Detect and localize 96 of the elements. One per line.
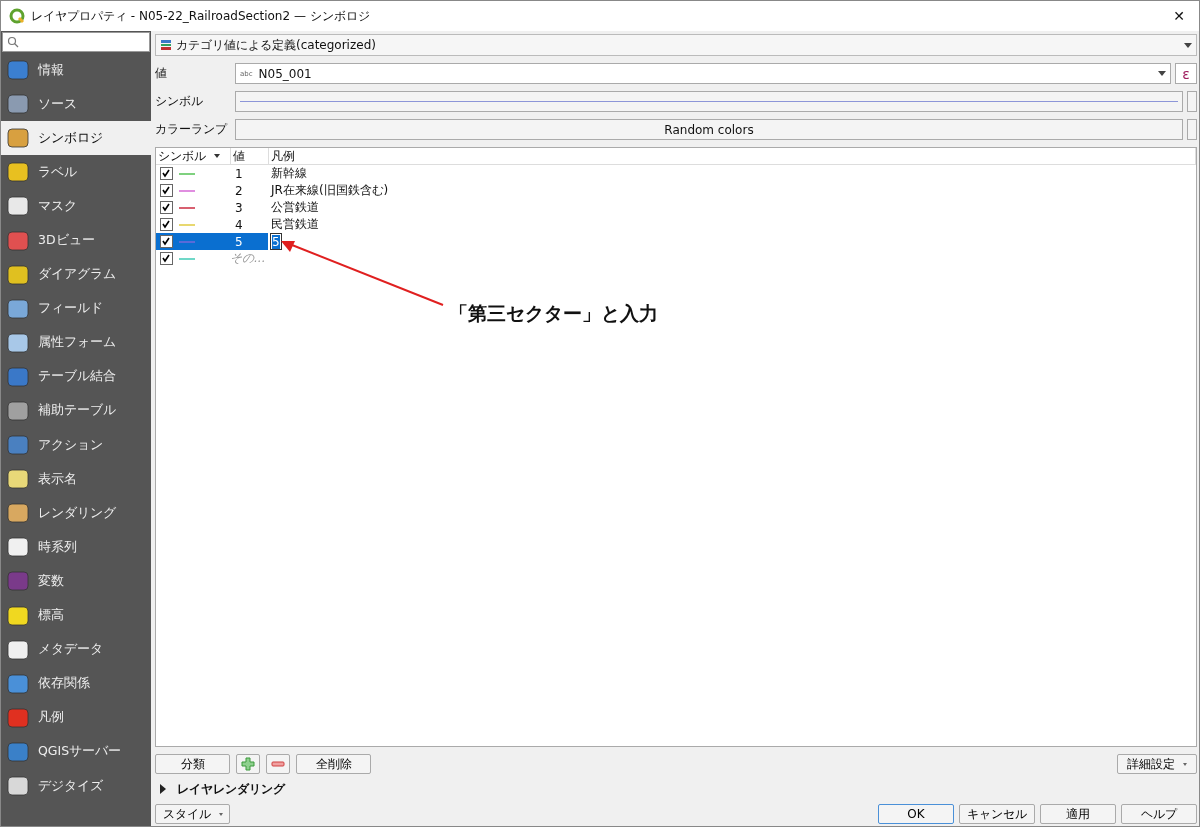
table-cell: その...	[230, 250, 266, 267]
renderer-dropdown[interactable]: カテゴリ値による定義(categorized)	[155, 34, 1197, 56]
column-header[interactable]: 値	[231, 148, 269, 164]
field-label: シンボル	[155, 93, 204, 110]
sidebar-item[interactable]: 変数	[1, 564, 151, 599]
caret-icon	[1184, 42, 1192, 48]
table-cell: 5	[235, 234, 243, 249]
column-header[interactable]: 凡例	[269, 148, 1196, 164]
close-button[interactable]: ✕	[1167, 8, 1191, 24]
tile-icon	[6, 603, 30, 628]
tile-icon	[6, 467, 30, 492]
tile-icon	[6, 433, 30, 458]
sidebar-item[interactable]: 時系列	[1, 530, 151, 565]
checkbox[interactable]	[160, 184, 173, 197]
checkbox[interactable]	[160, 235, 173, 248]
sidebar-item[interactable]: レンダリング	[1, 496, 151, 531]
field-label: 値	[155, 65, 168, 82]
table-cell: 1	[235, 166, 243, 181]
tile-icon	[6, 228, 30, 253]
app-logo-icon	[9, 8, 25, 24]
tile-icon	[6, 569, 30, 594]
checkbox[interactable]	[160, 167, 173, 180]
color-ramp-button[interactable]: Random colors	[235, 119, 1183, 140]
sidebar-item[interactable]: テーブル結合	[1, 359, 151, 394]
sidebar-item[interactable]: 属性フォーム	[1, 325, 151, 360]
tile-icon	[6, 330, 30, 355]
dialog-button[interactable]: キャンセル	[959, 804, 1035, 824]
caret-icon	[1158, 71, 1166, 76]
legend-input-field[interactable]: 5	[270, 233, 282, 250]
table-cell: 3	[235, 200, 243, 215]
caret-icon	[1183, 762, 1187, 766]
sidebar-item[interactable]: アクション	[1, 428, 151, 463]
sidebar-item[interactable]: 表示名	[1, 462, 151, 497]
sidebar-item[interactable]: マスク	[1, 189, 151, 224]
classify-button[interactable]: 分類	[155, 754, 230, 774]
layer-rendering-toggle[interactable]: レイヤレンダリング	[155, 781, 1197, 797]
sidebar-item[interactable]: 補助テーブル	[1, 393, 151, 429]
tile-icon	[6, 671, 30, 696]
search-icon	[7, 36, 19, 48]
checkbox[interactable]	[160, 201, 173, 214]
advanced-button[interactable]: 詳細設定	[1117, 754, 1197, 774]
tile-icon	[6, 705, 30, 730]
table-cell: 2	[235, 183, 243, 198]
categorized-icon	[160, 39, 172, 51]
caret-icon	[218, 812, 223, 816]
tile-icon	[6, 774, 30, 798]
color-ramp-menu-button[interactable]	[1187, 119, 1197, 140]
table-cell-text: 民営鉄道	[270, 216, 319, 233]
sidebar-item[interactable]: ソース	[1, 87, 151, 122]
sidebar-item[interactable]: 凡例	[1, 700, 151, 735]
sidebar-item[interactable]: シンボロジ	[1, 121, 151, 156]
tile-icon	[6, 364, 30, 389]
style-button[interactable]: スタイル	[155, 804, 230, 824]
annotation-text: 「第三セクター」と入力	[449, 301, 658, 326]
sidebar-item[interactable]: 依存関係	[1, 666, 151, 701]
tile-icon	[6, 58, 30, 83]
tile-icon	[6, 501, 30, 526]
table-cell: 4	[235, 217, 243, 232]
sidebar-item[interactable]: 3Dビュー	[1, 223, 151, 258]
expression-button[interactable]: ε	[1175, 63, 1197, 84]
field-label: カラーランプ	[155, 121, 229, 138]
sidebar-item[interactable]: ダイアグラム	[1, 257, 151, 292]
plus-icon	[241, 757, 255, 771]
sidebar-item[interactable]: メタデータ	[1, 632, 151, 667]
table-cell-text: JR在来線(旧国鉄含む)	[269, 182, 389, 199]
window-title: レイヤプロパティ - N05-22_RailroadSection2 — シンボロジ	[31, 7, 371, 25]
sidebar-item[interactable]: QGISサーバー	[1, 734, 151, 769]
checkbox[interactable]	[160, 252, 173, 265]
sidebar-item[interactable]: ラベル	[1, 155, 151, 190]
sidebar-item[interactable]: 情報	[1, 53, 151, 88]
tile-icon	[6, 262, 30, 287]
tile-icon	[6, 739, 30, 764]
tile-icon	[6, 160, 30, 185]
tile-icon	[6, 194, 30, 219]
tile-icon	[6, 637, 30, 662]
dialog-button[interactable]: 適用	[1040, 804, 1116, 824]
sidebar-item[interactable]: デジタイズ	[1, 768, 151, 804]
column-header[interactable]: シンボル	[156, 148, 231, 164]
symbol-button[interactable]	[235, 91, 1183, 112]
expand-triangle-icon	[159, 784, 167, 794]
tile-icon	[6, 296, 30, 321]
remove-button[interactable]	[266, 754, 290, 774]
search-field[interactable]	[2, 32, 150, 52]
table-cell-text: 新幹線	[270, 165, 307, 182]
table-cell-text: 公営鉄道	[270, 199, 319, 216]
tile-icon	[6, 92, 30, 117]
tile-icon	[6, 535, 30, 560]
checkbox[interactable]	[160, 218, 173, 231]
tile-icon	[6, 126, 30, 151]
tile-icon	[6, 399, 30, 423]
sort-icon	[214, 154, 220, 158]
delete-all-button[interactable]: 全削除	[296, 754, 371, 774]
dialog-button[interactable]: ヘルプ	[1121, 804, 1197, 824]
dialog-button[interactable]: OK	[878, 804, 954, 824]
sidebar-item[interactable]: フィールド	[1, 291, 151, 326]
sidebar-item[interactable]: 標高	[1, 598, 151, 633]
